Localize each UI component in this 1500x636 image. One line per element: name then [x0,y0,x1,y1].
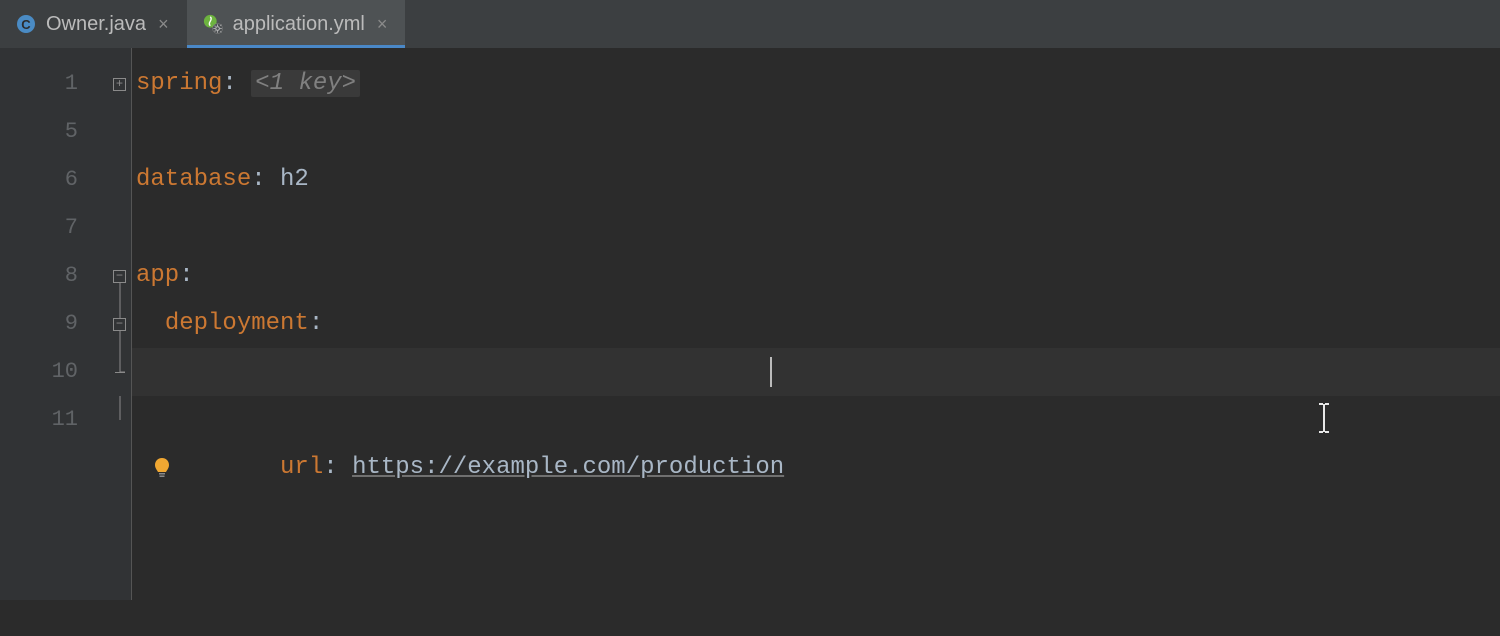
yaml-colon: : [251,166,280,193]
folded-region-hint[interactable]: <1 key> [251,70,360,97]
line-number: 11 [0,396,108,444]
fold-spacer [108,396,131,444]
editor: 1 5 6 7 8 9 10 11 + − − [0,48,1500,600]
yaml-key: app [136,262,179,289]
code-line[interactable] [132,396,1500,444]
indent [136,310,165,337]
line-number: 5 [0,108,108,156]
fold-spacer [108,204,131,252]
fold-spacer [108,156,131,204]
code-area[interactable]: spring: <1 key> database: h2 app: deploy… [132,48,1500,600]
svg-text:C: C [21,17,31,32]
yaml-colon: : [179,262,193,289]
code-line-active[interactable]: url: https://example.com/production [132,348,1500,396]
fold-collapse[interactable]: − [108,252,131,300]
close-icon[interactable]: × [375,12,390,37]
code-line[interactable] [132,204,1500,252]
line-number: 7 [0,204,108,252]
line-number: 1 [0,60,108,108]
line-number: 6 [0,156,108,204]
fold-gutter: + − − [108,48,132,600]
code-line[interactable]: spring: <1 key> [132,60,1500,108]
class-icon: C [16,14,36,34]
code-line[interactable]: app: [132,252,1500,300]
yaml-value-url[interactable]: https://example.com/production [352,454,784,481]
line-number: 8 [0,252,108,300]
intention-bulb-icon[interactable] [150,444,174,492]
line-number-gutter: 1 5 6 7 8 9 10 11 [0,48,108,600]
code-line[interactable]: deployment: [132,300,1500,348]
yaml-key: spring [136,70,222,97]
code-line[interactable]: database: h2 [132,156,1500,204]
code-line[interactable] [132,108,1500,156]
fold-collapse[interactable]: − [108,300,131,348]
yaml-colon: : [309,310,323,337]
yaml-key: database [136,166,251,193]
tab-application-yml[interactable]: application.yml × [187,0,406,48]
tabs-bar: C Owner.java × application.yml × [0,0,1500,48]
fold-spacer [108,108,131,156]
fold-expand[interactable]: + [108,60,131,108]
text-caret [770,357,772,387]
tab-label: Owner.java [46,13,146,36]
yaml-value: h2 [280,166,309,193]
yaml-colon: : [323,454,352,481]
close-icon[interactable]: × [156,12,171,37]
fold-end[interactable] [108,348,131,396]
tab-label: application.yml [233,13,365,36]
yaml-key: deployment [165,310,309,337]
tab-owner-java[interactable]: C Owner.java × [0,0,187,48]
spring-yml-icon [203,14,223,34]
line-number: 10 [0,348,108,396]
indent [222,454,280,481]
yaml-key: url [280,454,323,481]
line-number: 9 [0,300,108,348]
yaml-colon: : [222,70,251,97]
